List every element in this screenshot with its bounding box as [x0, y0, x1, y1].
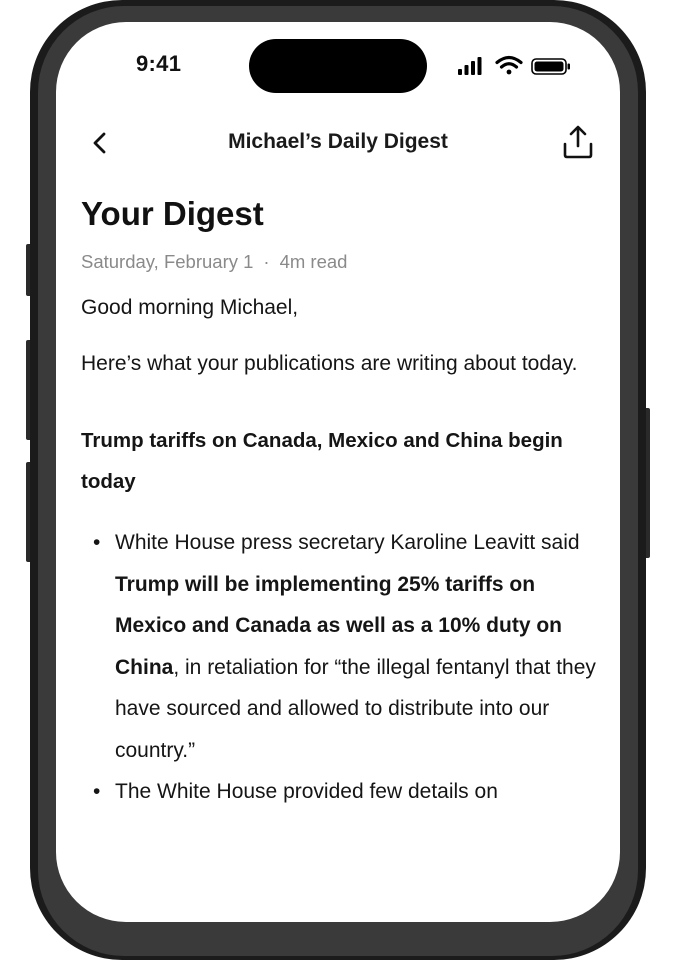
cellular-signal-icon [458, 57, 482, 75]
share-icon [563, 125, 593, 159]
phone-screen: 9:41 Michael’s Daily Digest Your Digest … [56, 22, 620, 922]
read-time: 4m read [279, 251, 348, 272]
dynamic-island [249, 39, 427, 93]
article-meta: Saturday, February 1 · 4m read [81, 250, 601, 274]
battery-icon [531, 58, 570, 75]
nav-bar: Michael’s Daily Digest [56, 118, 620, 168]
story-headline[interactable]: Trump tariffs on Canada, Mexico and Chin… [81, 420, 601, 502]
nav-title: Michael’s Daily Digest [228, 130, 448, 153]
bullet-dot: • [93, 780, 101, 803]
digest-content: Your Digest Saturday, February 1 · 4m read… [81, 192, 601, 813]
share-button[interactable] [560, 122, 596, 162]
status-bar: 9:41 [56, 22, 620, 102]
page-title: Your Digest [81, 195, 264, 232]
status-time: 9:41 [136, 51, 182, 76]
article-date: Saturday, February 1 [81, 251, 254, 272]
list-item: • White House press secretary Karoline Le… [81, 522, 601, 771]
story-bullets: • White House press secretary Karoline Le… [81, 522, 601, 813]
meta-separator: · [263, 251, 270, 272]
bullet-prefix: White House press secretary Karoline Lea… [115, 531, 580, 554]
bullet-prefix: The White House provided few details on [115, 780, 498, 803]
bullet-dot: • [93, 531, 101, 554]
status-icons [458, 54, 578, 78]
wifi-icon [495, 55, 523, 75]
greeting: Good morning Michael, [81, 296, 299, 319]
bullet-suffix: , in retaliation for “the illegal fentan… [115, 655, 596, 762]
intro-text: Here’s what your publications are writin… [81, 352, 578, 375]
list-item: • The White House provided few details on [81, 771, 601, 813]
